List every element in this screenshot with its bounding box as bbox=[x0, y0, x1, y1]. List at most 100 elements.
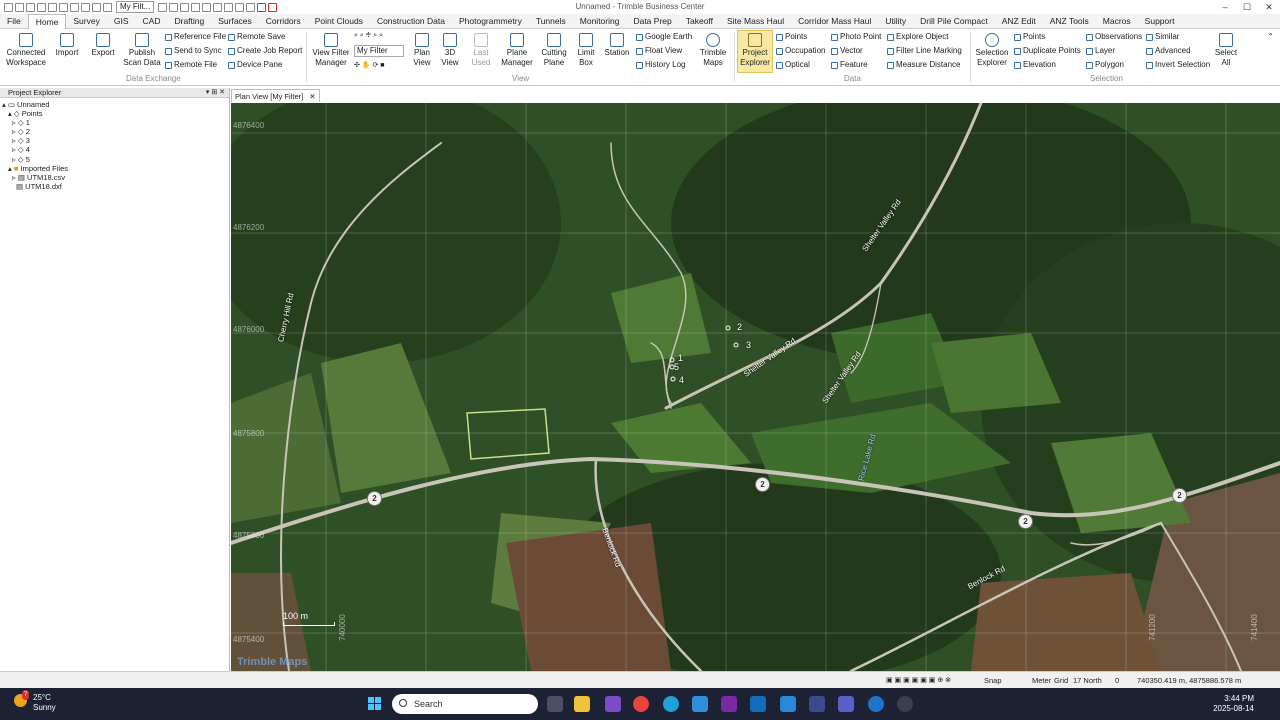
project-explorer-button[interactable]: Project Explorer bbox=[737, 30, 773, 73]
polygon-button[interactable]: Polygon bbox=[1086, 60, 1124, 70]
tab-drill-pile-compact[interactable]: Drill Pile Compact bbox=[913, 14, 995, 29]
limit-box-button[interactable]: Limit Box bbox=[572, 31, 600, 68]
undo-icon[interactable] bbox=[48, 2, 57, 12]
trimble-maps-button[interactable]: Trimble Maps bbox=[696, 31, 730, 68]
measure-distance-button[interactable]: Measure Distance bbox=[887, 60, 960, 70]
google-earth-button[interactable]: Google Earth bbox=[636, 32, 692, 42]
tab-home[interactable]: Home bbox=[27, 13, 67, 30]
tab-surfaces[interactable]: Surfaces bbox=[211, 14, 259, 29]
3d-view-button[interactable]: 3D View bbox=[436, 31, 464, 68]
point-label[interactable]: 4 bbox=[679, 375, 684, 385]
similar-button[interactable]: Similar bbox=[1146, 32, 1179, 42]
tab-photogrammetry[interactable]: Photogrammetry bbox=[452, 14, 529, 29]
observations-button[interactable]: Observations bbox=[1086, 32, 1142, 42]
tab-anz-tools[interactable]: ANZ Tools bbox=[1043, 14, 1096, 29]
tab-gis[interactable]: GIS bbox=[107, 14, 136, 29]
tab-corridor-mass-haul[interactable]: Corridor Mass Haul bbox=[791, 14, 878, 29]
tree-point[interactable]: ▹ ◇ 1 bbox=[2, 118, 229, 127]
grid-toggle[interactable]: Grid bbox=[1054, 676, 1068, 685]
occupation-button[interactable]: Occupation bbox=[776, 46, 825, 56]
photo-point-button[interactable]: Photo Point bbox=[831, 32, 881, 42]
polyline-icon[interactable] bbox=[235, 2, 245, 12]
tab-support[interactable]: Support bbox=[1138, 14, 1182, 29]
tab-anz-edit[interactable]: ANZ Edit bbox=[995, 14, 1043, 29]
import-button[interactable]: Import bbox=[52, 31, 82, 58]
filter-line-marking-button[interactable]: Filter Line Marking bbox=[887, 46, 962, 56]
navigation-tools[interactable]: ✣ ✋ ⟳ ■ bbox=[354, 61, 385, 71]
tree-point[interactable]: ▹ ◇ 5 bbox=[2, 155, 229, 164]
feature-button[interactable]: Feature bbox=[831, 60, 868, 70]
document-tab[interactable]: Plan View [My Filter] ✕ bbox=[231, 89, 320, 102]
maximize-button[interactable]: ☐ bbox=[1236, 0, 1258, 14]
duplicate-points-button[interactable]: Duplicate Points bbox=[1014, 46, 1081, 56]
tab-survey[interactable]: Survey bbox=[66, 14, 106, 29]
select-points-button[interactable]: Points bbox=[1014, 32, 1045, 42]
publish-scan-data-button[interactable]: Publish Scan Data bbox=[122, 31, 162, 68]
my-filter-select[interactable]: My Filter bbox=[354, 45, 404, 57]
optical-button[interactable]: Optical bbox=[776, 60, 810, 70]
remote-save-button[interactable]: Remote Save bbox=[228, 32, 285, 42]
reference-file-button[interactable]: Reference File bbox=[165, 32, 226, 42]
advanced-button[interactable]: Advanced bbox=[1146, 46, 1191, 56]
history-log-button[interactable]: History Log bbox=[636, 60, 685, 70]
tree-point[interactable]: ▹ ◇ 3 bbox=[2, 136, 229, 145]
chrome-icon[interactable] bbox=[633, 696, 649, 712]
close-button[interactable]: ✕ bbox=[1258, 0, 1280, 14]
selection-explorer-button[interactable]: Selection Explorer bbox=[972, 31, 1012, 68]
tree-root[interactable]: ▴ ▭ Unnamed bbox=[2, 100, 229, 109]
redo-icon[interactable] bbox=[59, 2, 68, 12]
save-icon[interactable] bbox=[37, 2, 46, 12]
tab-corridors[interactable]: Corridors bbox=[259, 14, 308, 29]
panel-controls[interactable]: ▾ ⊞ ✕ bbox=[206, 88, 225, 98]
plan-view-map[interactable]: 4876400 4876200 4876000 4875800 4875600 … bbox=[231, 103, 1280, 671]
tab-macros[interactable]: Macros bbox=[1096, 14, 1138, 29]
point-label[interactable]: 5 bbox=[674, 362, 679, 372]
points-explorer-button[interactable]: Points bbox=[776, 32, 807, 42]
point-label[interactable]: 3 bbox=[746, 340, 751, 350]
tree-file[interactable]: ▹ ▤ UTM18.csv bbox=[2, 173, 229, 182]
teams-icon[interactable] bbox=[780, 696, 796, 712]
tab-file[interactable]: File bbox=[0, 14, 28, 29]
snap-toggle[interactable]: Snap bbox=[984, 676, 1002, 685]
tab-cad[interactable]: CAD bbox=[136, 14, 168, 29]
send-to-sync-button[interactable]: Send to Sync bbox=[165, 46, 222, 56]
create-job-report-button[interactable]: Create Job Report bbox=[228, 46, 302, 56]
outlook-icon[interactable] bbox=[750, 696, 766, 712]
zoom-extents-icon[interactable] bbox=[169, 2, 179, 12]
last-used-button[interactable]: Last Used bbox=[466, 31, 496, 68]
print-icon[interactable] bbox=[70, 2, 79, 12]
teams-chat-icon[interactable] bbox=[838, 696, 854, 712]
snap-icon[interactable] bbox=[213, 2, 223, 12]
rotate-icon[interactable] bbox=[191, 2, 201, 12]
file-explorer-icon[interactable] bbox=[574, 696, 590, 712]
calculator-icon[interactable] bbox=[692, 696, 708, 712]
tab-drafting[interactable]: Drafting bbox=[167, 14, 211, 29]
stop-icon[interactable] bbox=[268, 2, 278, 12]
cutting-plane-button[interactable]: Cutting Plane bbox=[538, 31, 570, 68]
copilot-icon[interactable] bbox=[809, 696, 825, 712]
float-view-button[interactable]: Float View bbox=[636, 46, 682, 56]
tab-site-mass-haul[interactable]: Site Mass Haul bbox=[720, 14, 791, 29]
tab-utility[interactable]: Utility bbox=[878, 14, 913, 29]
plane-manager-button[interactable]: Plane Manager bbox=[498, 31, 536, 68]
record-icon[interactable] bbox=[257, 2, 267, 12]
view-filter-manager-button[interactable]: View Filter Manager bbox=[310, 31, 352, 68]
measure-icon[interactable] bbox=[202, 2, 212, 12]
vector-button[interactable]: Vector bbox=[831, 46, 863, 56]
view-filter-select[interactable]: My Filt... bbox=[116, 1, 155, 13]
units-indicator[interactable]: Meter bbox=[1032, 676, 1051, 685]
pencil-icon[interactable] bbox=[224, 2, 234, 12]
app-icon[interactable] bbox=[605, 696, 621, 712]
select-all-button[interactable]: Select All bbox=[1212, 31, 1240, 68]
task-view-icon[interactable] bbox=[547, 696, 563, 712]
pan-icon[interactable] bbox=[180, 2, 190, 12]
tab-tunnels[interactable]: Tunnels bbox=[529, 14, 573, 29]
edge-icon[interactable] bbox=[663, 696, 679, 712]
tab-data-prep[interactable]: Data Prep bbox=[626, 14, 678, 29]
tab-takeoff[interactable]: Takeoff bbox=[679, 14, 720, 29]
station-button[interactable]: Station bbox=[602, 31, 632, 58]
settings-icon[interactable] bbox=[81, 2, 90, 12]
recorder-icon[interactable] bbox=[897, 696, 913, 712]
layer-button[interactable]: Layer bbox=[1086, 46, 1115, 56]
invert-selection-button[interactable]: Invert Selection bbox=[1146, 60, 1210, 70]
